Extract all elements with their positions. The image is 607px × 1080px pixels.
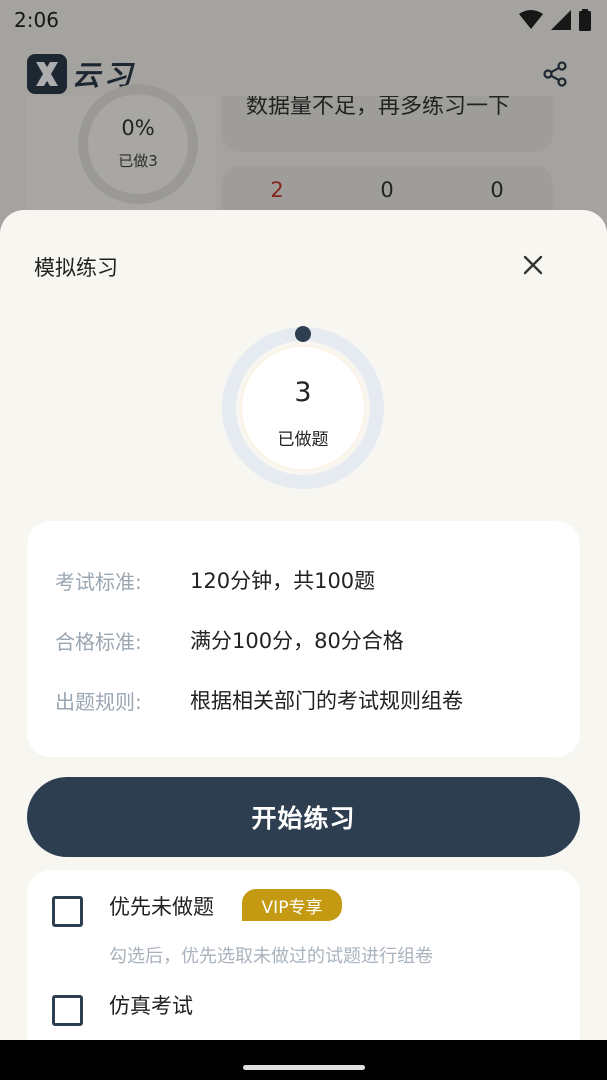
close-button[interactable] bbox=[516, 248, 550, 282]
info-label: 考试标准: bbox=[55, 569, 142, 594]
info-value: 满分100分，80分合格 bbox=[190, 629, 404, 653]
practice-bottom-sheet: 模拟练习 3 已做题 考试标准: 120分钟，共100题 合格标准: 满分100… bbox=[0, 210, 607, 1040]
prefer-undone-checkbox[interactable] bbox=[52, 896, 83, 927]
info-row-standard: 考试标准: 120分钟，共100题 bbox=[55, 565, 375, 595]
info-value: 120分钟，共100题 bbox=[190, 569, 376, 593]
simulation-exam-label: 仿真考试 bbox=[109, 994, 193, 1018]
start-practice-button[interactable]: 开始练习 bbox=[27, 777, 580, 857]
info-label: 出题规则: bbox=[55, 689, 142, 714]
exam-info-card: 考试标准: 120分钟，共100题 合格标准: 满分100分，80分合格 出题规… bbox=[27, 521, 580, 757]
done-label: 已做题 bbox=[277, 430, 329, 450]
info-row-rules: 出题规则: 根据相关部门的考试规则组卷 bbox=[55, 685, 463, 715]
options-card: 优先未做题 VIP专享 勾选后，优先选取未做过的试题进行组卷 仿真考试 bbox=[27, 870, 580, 1040]
prefer-undone-label: 优先未做题 bbox=[109, 895, 214, 919]
done-count-ring: 3 已做题 bbox=[218, 323, 388, 493]
ring-center: 3 已做题 bbox=[242, 347, 364, 469]
vip-badge: VIP专享 bbox=[242, 889, 342, 921]
home-gesture-handle[interactable] bbox=[243, 1065, 365, 1070]
info-label: 合格标准: bbox=[55, 629, 142, 654]
info-row-pass: 合格标准: 满分100分，80分合格 bbox=[55, 625, 404, 655]
prefer-undone-description: 勾选后，优先选取未做过的试题进行组卷 bbox=[109, 946, 433, 967]
sheet-title: 模拟练习 bbox=[34, 256, 118, 280]
simulation-exam-checkbox[interactable] bbox=[52, 995, 83, 1026]
info-value: 根据相关部门的考试规则组卷 bbox=[190, 689, 463, 713]
done-count: 3 bbox=[294, 377, 312, 408]
navigation-bar bbox=[0, 1040, 607, 1080]
close-icon bbox=[523, 255, 543, 275]
